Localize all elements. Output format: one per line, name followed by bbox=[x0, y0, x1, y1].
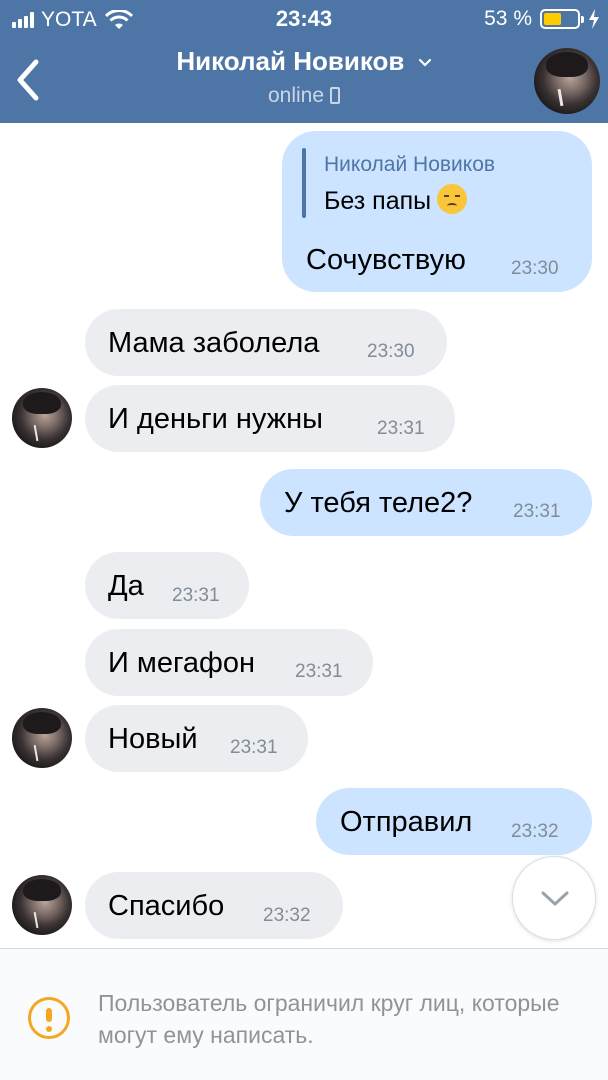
chevron-down-icon bbox=[541, 891, 569, 906]
dropdown-chevron-icon bbox=[418, 59, 431, 67]
mobile-icon bbox=[330, 87, 341, 104]
chat-header: YOTA 23:43 53 % Николай Новиков online bbox=[0, 0, 608, 123]
message-text: Отправил bbox=[340, 806, 473, 838]
message-text: Спасибо bbox=[108, 890, 225, 922]
message-time: 23:30 bbox=[511, 258, 559, 279]
message-text: Мама заболела bbox=[108, 327, 320, 359]
message-time: 23:31 bbox=[513, 501, 561, 522]
status-bar: YOTA 23:43 53 % bbox=[0, 0, 608, 38]
message-time: 23:31 bbox=[377, 418, 425, 439]
sender-avatar[interactable] bbox=[12, 708, 72, 768]
message-time: 23:31 bbox=[230, 737, 278, 758]
header-avatar[interactable] bbox=[534, 48, 600, 114]
scroll-to-bottom-button[interactable] bbox=[512, 856, 596, 940]
battery-fill bbox=[544, 13, 561, 25]
reply-text: Без папы bbox=[324, 184, 468, 216]
status-right: 53 % bbox=[484, 7, 600, 31]
message-text: У тебя теле2? bbox=[284, 487, 473, 519]
message-time: 23:30 bbox=[367, 341, 415, 362]
notice-text: Пользователь ограничил круг лиц, которые… bbox=[98, 990, 560, 1048]
message-time: 23:32 bbox=[511, 821, 559, 842]
reply-author: Николай Новиков bbox=[324, 153, 496, 176]
charging-icon bbox=[589, 9, 599, 29]
message-time: 23:32 bbox=[263, 905, 311, 926]
sender-avatar[interactable] bbox=[12, 875, 72, 935]
message-time: 23:31 bbox=[172, 585, 220, 606]
contact-status: online bbox=[0, 84, 608, 108]
message-text: И деньги нужны bbox=[108, 403, 324, 435]
battery-percent: 53 % bbox=[484, 7, 532, 30]
reply-quote-bar bbox=[302, 148, 306, 218]
chat-title[interactable]: Николай Новиков bbox=[0, 46, 608, 77]
avatar-image bbox=[534, 48, 600, 114]
pensive-face-emoji bbox=[437, 184, 468, 214]
message-time: 23:31 bbox=[295, 661, 343, 682]
contact-name: Николай Новиков bbox=[176, 46, 405, 76]
battery-icon bbox=[540, 9, 584, 29]
sender-avatar[interactable] bbox=[12, 388, 72, 448]
restriction-notice: Пользователь ограничил круг лиц, которые… bbox=[0, 948, 608, 1080]
message-text: И мегафон bbox=[108, 647, 256, 679]
online-status: online bbox=[267, 84, 325, 107]
message-text: Новый bbox=[108, 723, 198, 755]
message-text: Да bbox=[108, 570, 144, 602]
warning-icon bbox=[28, 997, 70, 1039]
message-text: Сочувствую bbox=[306, 244, 466, 276]
